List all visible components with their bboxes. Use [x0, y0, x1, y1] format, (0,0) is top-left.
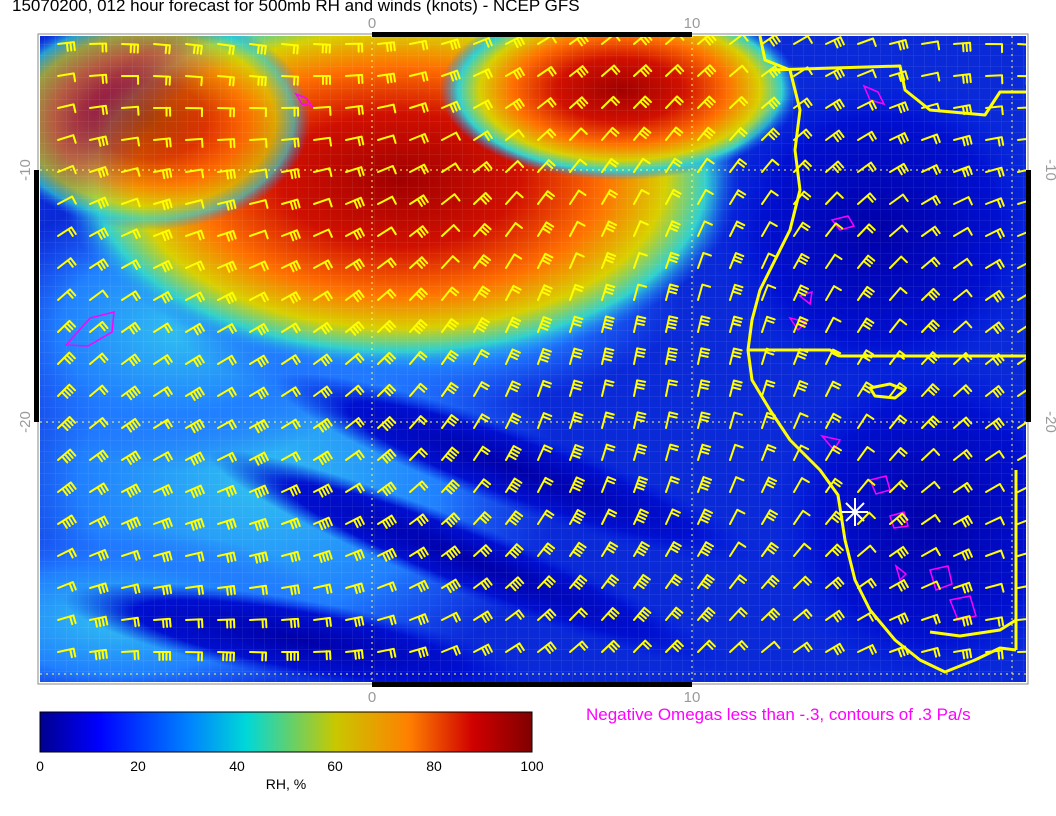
- right-axis-bar: [1026, 170, 1031, 422]
- bottom-axis-bar: [372, 682, 692, 687]
- colorbar-label: RH, %: [265, 776, 307, 792]
- colorbar-tick-0: 0: [36, 758, 44, 774]
- bottom-tick-0: 0: [368, 689, 376, 706]
- top-tick-10: 10: [684, 15, 701, 32]
- rh-field: [40, 36, 1026, 682]
- colorbar: [39, 711, 533, 753]
- top-axis-bar: [372, 32, 692, 37]
- left-tick-minus20: -20: [17, 411, 34, 433]
- map-figure: 0 10 0 10 -10 -20 -10 -20: [17, 15, 1056, 753]
- colorbar-tick-100: 100: [520, 758, 544, 774]
- omega-note: Negative Omegas less than -.3, contours …: [586, 705, 971, 724]
- colorbar-tick-80: 80: [426, 758, 442, 774]
- right-tick-minus10: -10: [1042, 159, 1056, 181]
- colorbar-tick-60: 60: [327, 758, 343, 774]
- left-tick-minus10: -10: [17, 159, 34, 181]
- colorbar-tick-20: 20: [130, 758, 146, 774]
- colorbar-tick-40: 40: [229, 758, 245, 774]
- top-tick-0: 0: [368, 15, 376, 32]
- left-axis-bar: [34, 170, 39, 422]
- bottom-tick-10: 10: [684, 689, 701, 706]
- right-tick-minus20: -20: [1042, 411, 1056, 433]
